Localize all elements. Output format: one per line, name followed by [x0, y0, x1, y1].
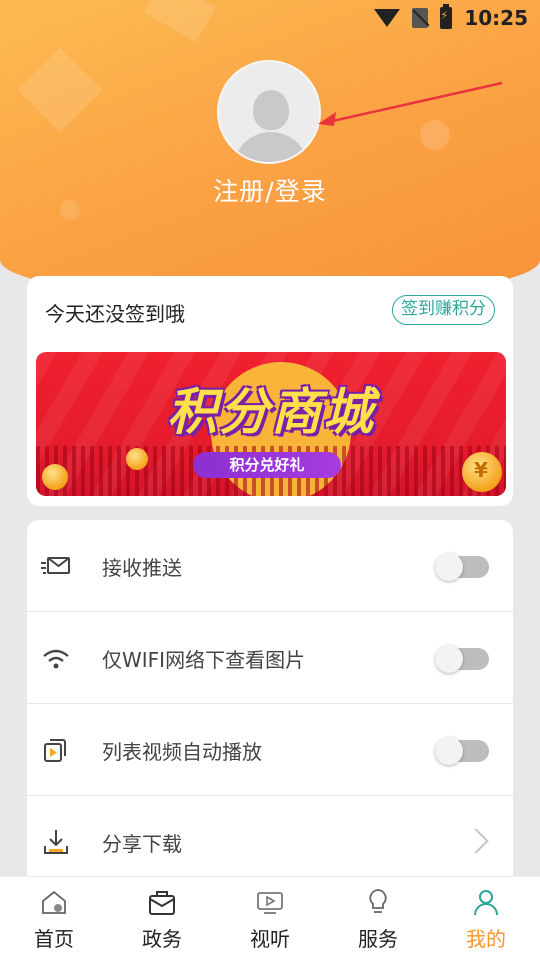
wifi-images-toggle[interactable] — [435, 645, 489, 673]
nav-item-government[interactable]: 政务 — [108, 877, 216, 960]
wifi-icon — [41, 644, 71, 672]
default-avatar-icon — [253, 90, 289, 130]
push-toggle[interactable] — [435, 553, 489, 581]
lightbulb-icon — [369, 889, 387, 913]
battery-charging-icon — [440, 4, 453, 29]
checkin-prompt: 今天还没签到哦 — [45, 302, 185, 326]
status-time: 10:25 — [464, 6, 528, 30]
chevron-right-icon — [463, 828, 489, 854]
nav-label: 我的 — [466, 927, 506, 951]
nav-item-media[interactable]: 视听 — [216, 877, 324, 960]
bottom-nav: 首页 政务 视听 服务 我的 — [0, 876, 540, 960]
nav-item-home[interactable]: 首页 — [0, 877, 108, 960]
settings-card: 接收推送 仅WIFI网络下查看图片 列表视频自动播放 分享下载 — [27, 520, 513, 880]
video-list-icon — [41, 736, 71, 764]
setting-label: 列表视频自动播放 — [102, 740, 262, 764]
wifi-icon — [374, 9, 401, 27]
nav-label: 首页 — [34, 927, 74, 951]
home-icon — [42, 890, 66, 914]
setting-label: 分享下载 — [102, 832, 182, 856]
setting-row-push[interactable]: 接收推送 — [27, 520, 513, 612]
setting-label: 仅WIFI网络下查看图片 — [102, 648, 306, 672]
nav-item-service[interactable]: 服务 — [324, 877, 432, 960]
status-bar: 10:25 — [0, 0, 540, 36]
checkin-button[interactable]: 签到赚积分 — [392, 295, 495, 325]
briefcase-icon — [149, 891, 175, 915]
coin-icon — [462, 452, 502, 492]
coin-icon — [42, 464, 68, 490]
avatar[interactable] — [217, 60, 321, 164]
download-icon — [41, 828, 71, 856]
banner-subtitle: 积分兑好礼 — [193, 452, 341, 478]
banner-title: 积分商城 — [167, 383, 375, 441]
login-register-link[interactable]: 注册/登录 — [0, 172, 540, 208]
pointer-arrow-annotation — [318, 81, 503, 126]
nav-item-mine[interactable]: 我的 — [432, 877, 540, 960]
nav-label: 服务 — [358, 927, 398, 951]
nav-label: 视听 — [250, 927, 290, 951]
points-mall-banner[interactable]: 积分商城 积分兑好礼 — [36, 352, 506, 496]
header-decoration — [17, 47, 103, 133]
autoplay-toggle[interactable] — [435, 737, 489, 765]
setting-row-autoplay[interactable]: 列表视频自动播放 — [27, 704, 513, 796]
video-icon — [257, 892, 283, 914]
mail-icon — [41, 552, 71, 580]
setting-row-wifi-images[interactable]: 仅WIFI网络下查看图片 — [27, 612, 513, 704]
coin-icon — [126, 448, 148, 470]
no-sim-icon — [412, 8, 429, 28]
nav-label: 政务 — [142, 927, 182, 951]
person-icon — [474, 890, 498, 916]
setting-label: 接收推送 — [102, 556, 182, 580]
checkin-card: 今天还没签到哦 签到赚积分 积分商城 积分兑好礼 — [27, 276, 513, 506]
setting-row-share-download[interactable]: 分享下载 — [27, 796, 513, 880]
